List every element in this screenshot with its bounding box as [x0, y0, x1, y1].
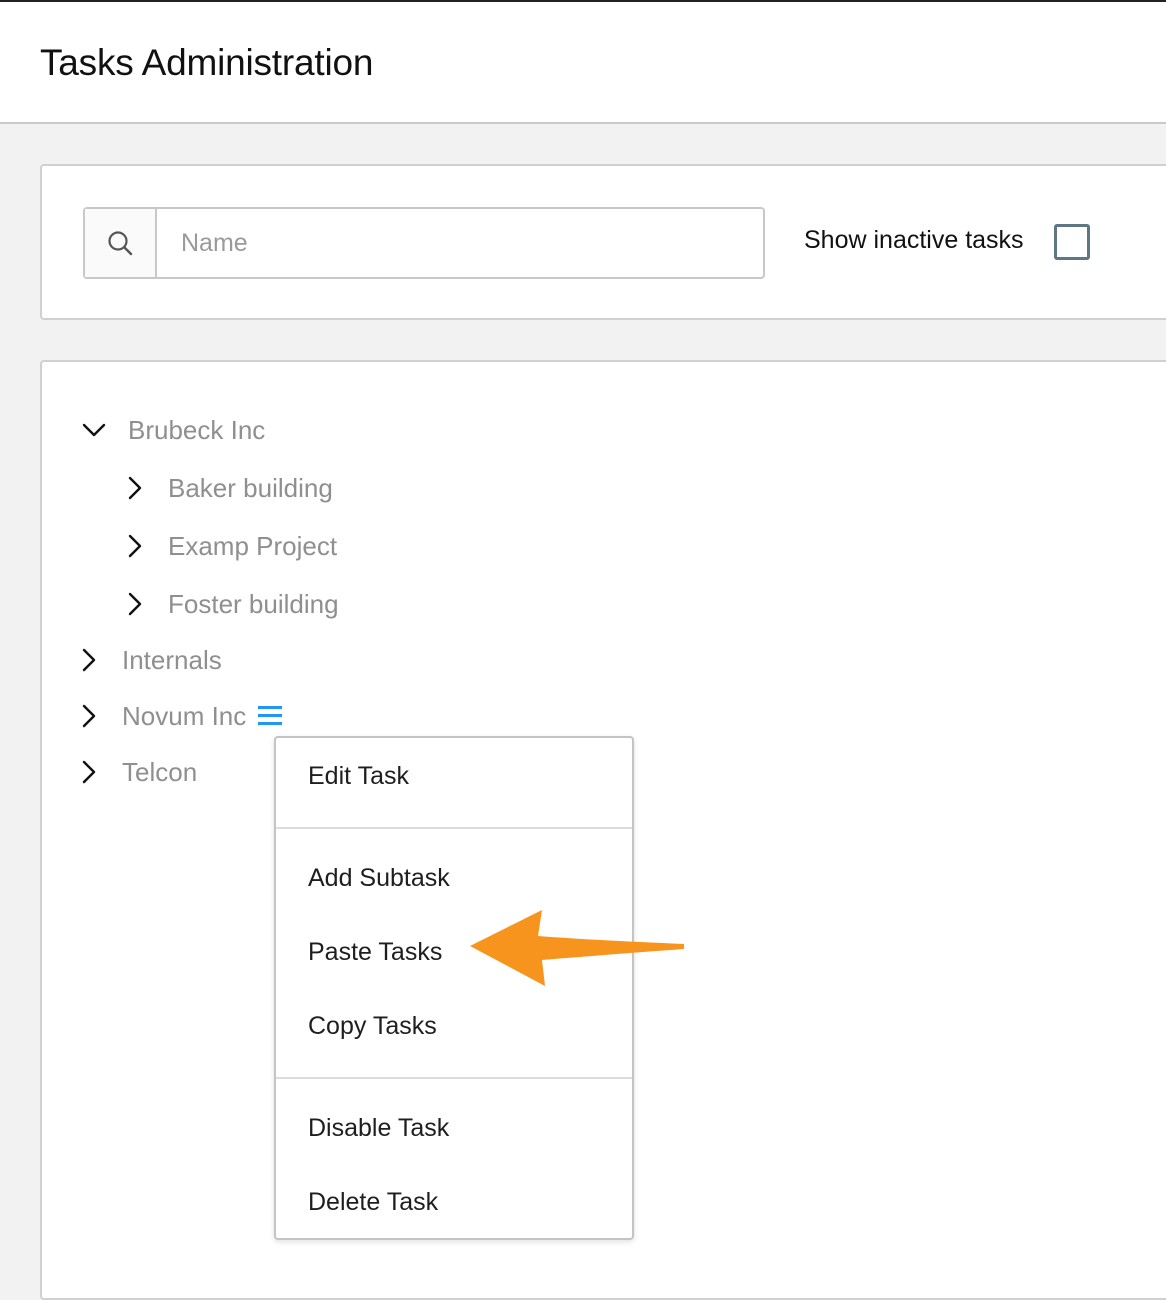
menu-item-delete-task[interactable]: Delete Task [308, 1188, 438, 1217]
tree-node-label[interactable]: Brubeck Inc [128, 415, 265, 446]
search-input[interactable] [157, 209, 763, 277]
tree-node-label[interactable]: Examp Project [168, 531, 337, 562]
tree-node-novum-inc[interactable]: Novum Inc [74, 696, 283, 736]
chevron-right-icon[interactable] [74, 702, 102, 730]
tree-node-label[interactable]: Foster building [168, 589, 339, 620]
tree-node-baker-building[interactable]: Baker building [120, 468, 333, 508]
filter-panel: Show inactive tasks [40, 164, 1166, 320]
chevron-right-icon[interactable] [74, 758, 102, 786]
chevron-right-icon[interactable] [120, 590, 148, 618]
menu-item-add-subtask[interactable]: Add Subtask [308, 864, 450, 893]
menu-divider [276, 1077, 632, 1079]
menu-item-edit-task[interactable]: Edit Task [308, 762, 409, 791]
search-addon [85, 209, 157, 277]
tree-node-label[interactable]: Novum Inc [122, 701, 246, 732]
tree-node-label[interactable]: Baker building [168, 473, 333, 504]
tree-node-label[interactable]: Internals [122, 645, 222, 676]
search-icon [108, 231, 133, 256]
tree-node-foster-building[interactable]: Foster building [120, 584, 339, 624]
chevron-right-icon[interactable] [120, 474, 148, 502]
tree-node-internals[interactable]: Internals [74, 640, 222, 680]
chevron-down-icon[interactable] [80, 416, 108, 444]
chevron-right-icon[interactable] [120, 532, 148, 560]
page-header: Tasks Administration [0, 0, 1166, 124]
show-inactive-label: Show inactive tasks [804, 226, 1024, 254]
tree-node-telcon[interactable]: Telcon [74, 752, 197, 792]
menu-item-paste-tasks[interactable]: Paste Tasks [308, 938, 442, 967]
task-context-menu: Edit Task Add Subtask Paste Tasks Copy T… [274, 736, 634, 1240]
show-inactive-checkbox[interactable] [1054, 224, 1090, 260]
menu-divider [276, 827, 632, 829]
tree-node-examp-project[interactable]: Examp Project [120, 526, 337, 566]
search-group [83, 207, 765, 279]
tree-node-label[interactable]: Telcon [122, 757, 197, 788]
page-title: Tasks Administration [40, 42, 374, 83]
menu-item-copy-tasks[interactable]: Copy Tasks [308, 1012, 437, 1041]
hamburger-menu-icon[interactable] [258, 705, 283, 727]
chevron-right-icon[interactable] [74, 646, 102, 674]
tree-node-brubeck-inc[interactable]: Brubeck Inc [80, 410, 265, 450]
menu-item-disable-task[interactable]: Disable Task [308, 1114, 449, 1143]
